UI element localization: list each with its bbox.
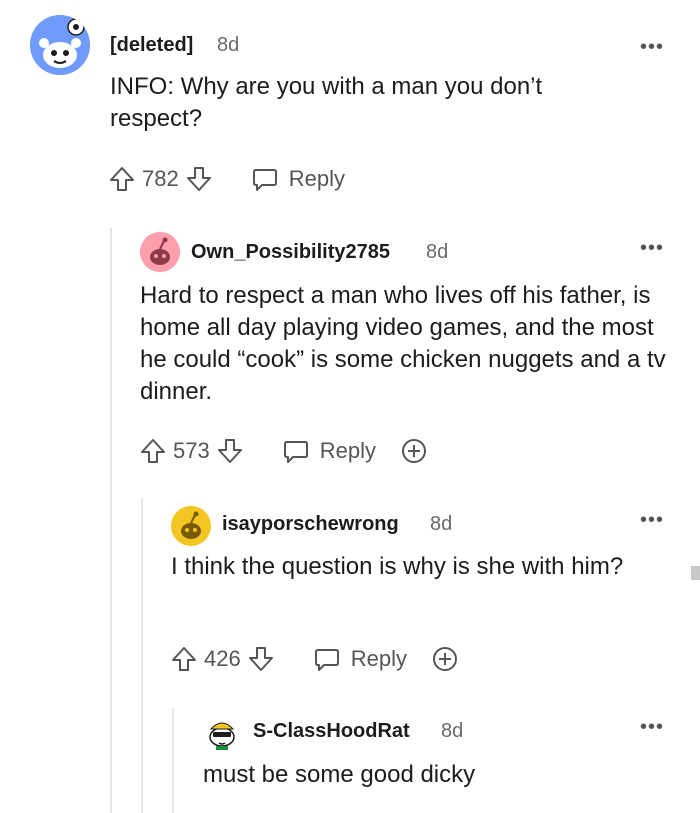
scrollbar-thumb[interactable] — [691, 566, 700, 580]
comment-username[interactable]: isayporschewrong — [222, 513, 399, 536]
snoo-avatar-icon — [171, 506, 211, 546]
reply-button[interactable]: Reply — [251, 165, 345, 193]
thread-line-level-3 — [172, 708, 174, 813]
comment-body: Hard to respect a man who lives off his … — [140, 282, 666, 405]
more-options-icon[interactable]: ••• — [640, 717, 664, 737]
comment-actions: 782 Reply — [108, 161, 345, 197]
speech-bubble-icon — [252, 169, 277, 191]
snoo-avatar-icon — [209, 722, 235, 750]
comment-username[interactable]: [deleted] — [110, 34, 193, 57]
more-options-icon[interactable]: ••• — [640, 37, 664, 57]
downvote-arrow-icon[interactable] — [185, 165, 213, 193]
vote-score: 573 — [173, 438, 210, 463]
reply-button[interactable]: Reply — [282, 437, 376, 465]
comment-username[interactable]: Own_Possibility2785 — [191, 241, 390, 264]
snoo-avatar[interactable] — [30, 15, 90, 75]
upvote-arrow-icon[interactable] — [139, 437, 167, 465]
comment-age: 8d — [217, 34, 240, 56]
plus-circle-icon[interactable] — [400, 437, 428, 465]
reply-label: Reply — [288, 166, 345, 191]
speech-bubble-icon — [314, 649, 339, 671]
comment-age: 8d — [430, 513, 453, 535]
vote-score: 782 — [142, 166, 179, 191]
comment-username[interactable]: S-ClassHoodRat — [253, 720, 410, 743]
plus-circle-icon[interactable] — [431, 645, 459, 673]
vote-score: 426 — [204, 646, 241, 671]
comment-body: I think the question is why is she with … — [171, 553, 624, 580]
comment-actions: 426 Reply — [170, 641, 459, 677]
thread-line-level-2 — [141, 498, 143, 813]
snoo-avatar-icon — [30, 15, 90, 75]
comment-actions: 573 Reply — [139, 433, 428, 469]
comment-age: 8d — [426, 241, 449, 263]
speech-bubble-icon — [283, 441, 308, 463]
comment-body: INFO: Why are you with a man you don’t r… — [110, 73, 543, 132]
upvote-arrow-icon[interactable] — [170, 645, 198, 673]
snoo-avatar[interactable] — [171, 506, 211, 546]
snoo-avatar[interactable] — [140, 232, 180, 272]
snoo-avatar-icon — [140, 232, 180, 272]
thread-line-level-1 — [110, 228, 112, 813]
more-options-icon[interactable]: ••• — [640, 510, 664, 530]
comment-age: 8d — [441, 720, 464, 742]
reply-label: Reply — [350, 646, 407, 671]
reply-label: Reply — [319, 438, 376, 463]
upvote-arrow-icon[interactable] — [108, 165, 136, 193]
reply-button[interactable]: Reply — [313, 645, 407, 673]
snoo-avatar[interactable] — [203, 713, 241, 751]
comment-body: must be some good dicky — [203, 761, 476, 788]
downvote-arrow-icon[interactable] — [247, 645, 275, 673]
more-options-icon[interactable]: ••• — [640, 238, 664, 258]
downvote-arrow-icon[interactable] — [216, 437, 244, 465]
